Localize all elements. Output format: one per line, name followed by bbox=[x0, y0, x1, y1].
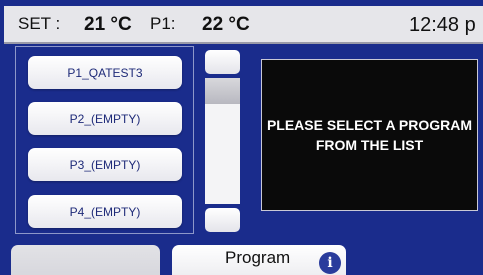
scroll-down-button[interactable] bbox=[205, 208, 240, 232]
probe1-value: 22 °C bbox=[202, 14, 250, 35]
program-list: P1_QATEST3 P2_(EMPTY) P3_(EMPTY) P4_(EMP… bbox=[15, 46, 194, 234]
program-item-p4[interactable]: P4_(EMPTY) bbox=[28, 195, 182, 228]
message-line-2: FROM THE LIST bbox=[315, 137, 424, 153]
program-item-label: P2_(EMPTY) bbox=[69, 111, 141, 126]
controller-screen: SET : 21 °C P1: 22 °C 12:48 p P1_QATEST3… bbox=[0, 0, 483, 275]
tab-left[interactable] bbox=[11, 245, 160, 275]
message-line-1: PLEASE SELECT A PROGRAM bbox=[266, 117, 473, 133]
program-item-p1[interactable]: P1_QATEST3 bbox=[28, 56, 182, 89]
probe1-label: P1: bbox=[150, 14, 176, 33]
program-item-label: P4_(EMPTY) bbox=[69, 204, 141, 219]
info-icon[interactable]: i bbox=[319, 252, 341, 274]
program-item-p2[interactable]: P2_(EMPTY) bbox=[28, 102, 182, 135]
tab-program[interactable]: Program i bbox=[172, 245, 346, 275]
status-bar: SET : 21 °C P1: 22 °C 12:48 p bbox=[4, 6, 483, 44]
program-item-label: P3_(EMPTY) bbox=[69, 157, 141, 172]
program-item-p3[interactable]: P3_(EMPTY) bbox=[28, 148, 182, 181]
scrollbar-thumb[interactable] bbox=[205, 78, 240, 104]
setpoint-label: SET : bbox=[18, 14, 61, 33]
setpoint-value: 21 °C bbox=[84, 14, 132, 35]
clock: 12:48 p bbox=[409, 14, 476, 36]
program-item-label: P1_QATEST3 bbox=[67, 65, 143, 80]
scroll-up-button[interactable] bbox=[205, 50, 240, 74]
scrollbar-track[interactable] bbox=[205, 78, 240, 204]
tab-program-label: Program bbox=[225, 248, 291, 267]
message-panel: PLEASE SELECT A PROGRAM FROM THE LIST bbox=[261, 59, 478, 211]
